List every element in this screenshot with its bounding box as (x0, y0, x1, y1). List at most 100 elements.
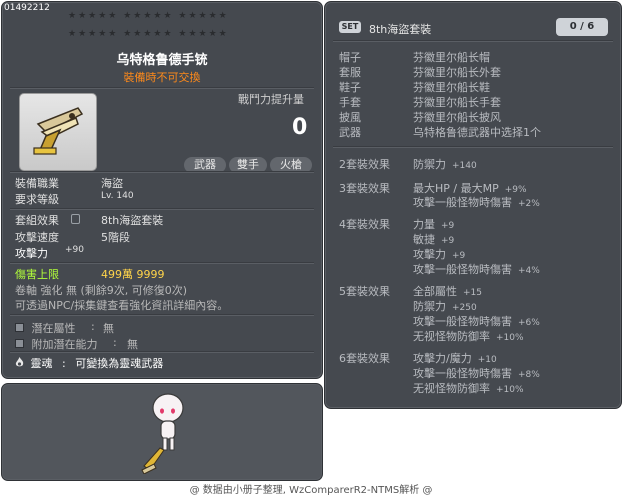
item-id: 01492212 (4, 3, 50, 13)
stat-value: +250 (452, 303, 477, 313)
stat-name: 无视怪物防御率 (413, 330, 490, 343)
level-value: Lv. 140 (101, 191, 134, 201)
attack-speed-value: 5階段 (101, 231, 130, 244)
stat-value: +9 (452, 251, 466, 261)
star-force-row-2: ★★★★★ ★★★★★ ★★★★★ (68, 29, 229, 39)
set-piece-name: 芬徽里尔船长手套 (413, 96, 501, 109)
set-info-panel: SET 8th海盜套裝 0 / 6 帽子 芬徽里尔船长帽 套服 芬徽里尔船长外套… (324, 1, 622, 409)
attack-row: 攻擊力 +90 (15, 245, 84, 261)
stat-value: +10% (496, 333, 524, 343)
set-effect-header: 5套裝效果 (339, 285, 390, 298)
soul-label: 靈魂 (30, 357, 53, 370)
set-badge: SET (339, 21, 361, 33)
set-piece-name: 芬徽里尔船长披风 (413, 111, 501, 124)
soul-sep: : (62, 357, 66, 370)
footer-credit: @ 数据由小册子整理, WzComparerR2-NTMS解析 @ (189, 485, 433, 496)
stat-name: 全部屬性 (413, 285, 457, 298)
divider (10, 314, 314, 316)
set-link-icon (71, 214, 80, 224)
flame-icon (15, 357, 24, 367)
attack-value: +90 (65, 245, 84, 255)
npc-info: 可透過NPC/採集鍵查看強化資訊詳細內容。 (15, 299, 229, 312)
damage-cap-row: 傷害上限 499萬 9999 (15, 266, 165, 282)
set-effect-line: 攻擊力/魔力 +10 (413, 350, 497, 366)
set-effect-header: 4套裝效果 (339, 218, 390, 231)
bonus-potential-value: 無 (127, 338, 138, 351)
set-effect-line: 敏捷 +9 (413, 231, 454, 247)
set-effect-line: 攻擊一般怪物時傷害 +2% (413, 194, 540, 210)
set-piece-slot: 武器 (339, 126, 361, 139)
attack-speed-label: 攻擊速度 (15, 231, 59, 244)
square-bullet-icon (15, 323, 24, 332)
combat-power-value: 0 (292, 115, 308, 140)
set-piece-slot: 套服 (339, 66, 361, 79)
damage-cap-value: 499萬 9999 (101, 268, 165, 281)
set-piece-count: 0 / 6 (556, 18, 608, 36)
divider (10, 208, 314, 210)
divider (10, 351, 314, 353)
bonus-potential-row: 附加潛在能力 : 無 (15, 336, 138, 352)
set-effect-line: 攻擊一般怪物時傷害 +8% (413, 365, 540, 381)
set-effect-label: 套組效果 (15, 214, 59, 227)
stat-value: +2% (518, 199, 540, 209)
job-label: 裝備職業 (15, 177, 59, 190)
potential-sep: : (91, 320, 95, 333)
attack-label: 攻擊力 (15, 247, 48, 260)
potential-row: 潛在屬性 : 無 (15, 320, 114, 336)
divider (10, 262, 314, 264)
set-piece-slot: 手套 (339, 96, 361, 109)
character-preview-panel (1, 383, 323, 481)
set-effect-value: 8th海盜套裝 (101, 214, 164, 227)
hand-cannon-icon (33, 107, 84, 155)
stat-name: 敏捷 (413, 233, 435, 246)
stat-value: +9 (441, 236, 455, 246)
job-row: 裝備職業 海盜 (15, 175, 123, 191)
set-piece-slot: 鞋子 (339, 81, 361, 94)
scroll-info: 卷軸 強化 無 (剩餘9次, 可修復0次) (15, 284, 188, 297)
set-piece-name: 芬徽里尔船长鞋 (413, 81, 490, 94)
item-name: 乌特格鲁德手铳 (116, 53, 208, 68)
stat-name: 防禦力 (413, 300, 446, 313)
stat-name: 攻擊力 (413, 248, 446, 261)
divider (333, 40, 613, 42)
set-effect-line: 防禦力 +140 (413, 156, 477, 172)
stat-value: +10% (496, 385, 524, 395)
set-effect-line: 全部屬性 +15 (413, 283, 482, 299)
stat-value: +10 (477, 355, 497, 365)
soul-row: 靈魂 : 可變換為靈魂武器 (15, 355, 163, 371)
level-label: 要求等級 (15, 193, 59, 206)
set-piece-slot: 帽子 (339, 51, 361, 64)
attack-speed-row: 攻擊速度 5階段 (15, 229, 130, 245)
job-value: 海盜 (101, 177, 123, 190)
set-piece-name: 乌特格鲁德武器中选择1个 (413, 126, 541, 139)
potential-label: 潛在屬性 (31, 322, 76, 335)
bonus-potential-sep: : (113, 336, 117, 349)
set-effect-line: 无视怪物防御率 +10% (413, 380, 524, 396)
set-piece-name: 芬徽里尔船长外套 (413, 66, 501, 79)
stat-value: +9 (441, 221, 455, 231)
stat-name: 攻擊一般怪物時傷害 (413, 315, 512, 328)
star-force-row-1: ★★★★★ ★★★★★ ★★★★★ (68, 11, 229, 21)
level-row: 要求等級 Lv. 140 (15, 191, 134, 207)
character-avatar (141, 393, 184, 474)
stat-value: +4% (518, 266, 540, 276)
divider (10, 87, 314, 89)
set-piece-slot: 披風 (339, 111, 361, 124)
stat-value: +15 (463, 288, 482, 298)
stat-name: 攻擊一般怪物時傷害 (413, 263, 512, 276)
set-effect-header: 3套裝效果 (339, 182, 390, 195)
stat-name: 攻擊一般怪物時傷害 (413, 196, 512, 209)
damage-cap-label: 傷害上限 (15, 268, 59, 281)
soul-text: 可變換為靈魂武器 (75, 357, 164, 370)
stat-name: 攻擊一般怪物時傷害 (413, 367, 512, 380)
square-bullet-icon (15, 339, 24, 348)
item-tooltip-panel: 01492212 ★★★★★ ★★★★★ ★★★★★ ★★★★★ ★★★★★ ★… (1, 1, 323, 379)
item-icon-frame (19, 93, 97, 171)
bonus-potential-label: 附加潛在能力 (31, 338, 98, 351)
set-name: 8th海盜套裝 (369, 23, 432, 36)
stat-name: 防禦力 (413, 158, 446, 171)
stat-value: +8% (518, 370, 540, 380)
set-effect-line: 防禦力 +250 (413, 298, 477, 314)
stat-value: +140 (452, 161, 477, 171)
stat-name: 力量 (413, 218, 435, 231)
